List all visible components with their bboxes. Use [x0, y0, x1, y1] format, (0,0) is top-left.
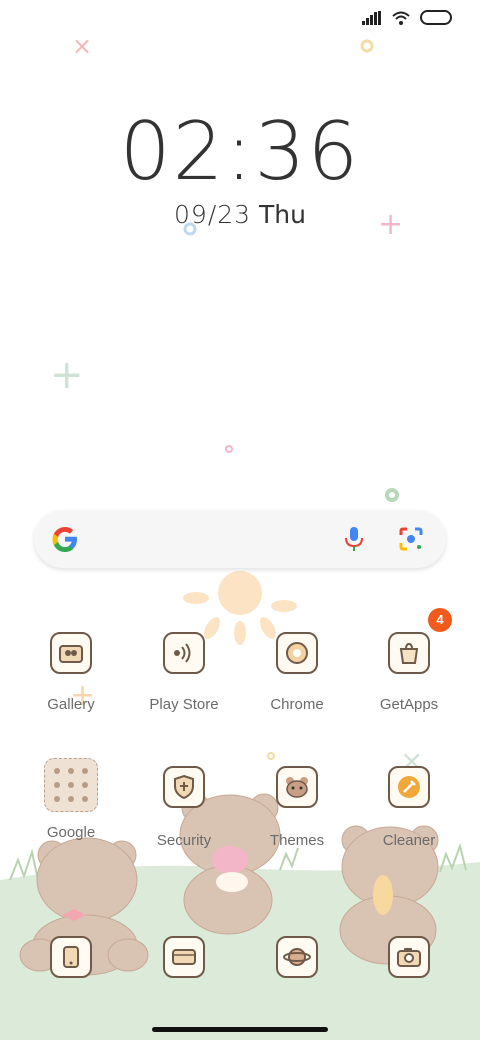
app-folder-google[interactable]: Google [16, 758, 126, 841]
camera-icon [388, 936, 430, 978]
app-security[interactable]: Security [129, 766, 239, 849]
app-play-store[interactable]: Play Store [129, 632, 239, 713]
signal-icon [362, 10, 381, 25]
browser-icon [276, 936, 318, 978]
battery-icon [420, 10, 452, 25]
google-g-icon [52, 527, 77, 552]
lens-icon[interactable] [398, 526, 424, 552]
cleaner-icon [388, 766, 430, 808]
dock-browser[interactable] [242, 936, 352, 978]
play-store-icon [163, 632, 205, 674]
google-folder-label: Google [46, 824, 96, 841]
app-getapps[interactable]: 4 GetApps [354, 608, 464, 713]
gallery-label: Gallery [47, 696, 95, 713]
getapps-label: GetApps [379, 696, 439, 713]
chrome-icon [276, 632, 318, 674]
app-themes[interactable]: Themes [242, 766, 352, 849]
cleaner-label: Cleaner [382, 832, 436, 849]
date-text: 09/23 [174, 200, 252, 229]
folder-icon [44, 758, 98, 812]
svg-text:×: × [72, 32, 92, 60]
svg-text:+: + [50, 352, 84, 398]
chrome-label: Chrome [270, 696, 324, 713]
mic-icon[interactable] [342, 526, 366, 552]
app-chrome[interactable]: Chrome [242, 632, 352, 713]
app-gallery[interactable]: Gallery [16, 632, 126, 713]
clock-date[interactable]: 09/23 Thu [0, 200, 480, 229]
gallery-icon [50, 632, 92, 674]
wifi-icon [392, 11, 410, 25]
getapps-icon [388, 632, 430, 674]
clock-time[interactable]: 02:36 [0, 105, 480, 198]
themes-label: Themes [269, 832, 325, 849]
google-search-bar[interactable] [34, 510, 446, 568]
dock-phone[interactable] [16, 936, 126, 978]
messages-icon [163, 936, 205, 978]
dock-messages[interactable] [129, 936, 239, 978]
status-bar [362, 10, 452, 25]
security-icon [163, 766, 205, 808]
phone-icon [50, 936, 92, 978]
notification-badge: 4 [428, 608, 452, 632]
app-cleaner[interactable]: Cleaner [354, 766, 464, 849]
weekday-text: Thu [259, 200, 306, 229]
security-label: Security [156, 832, 212, 849]
gesture-nav-bar[interactable] [152, 1027, 328, 1032]
themes-icon [276, 766, 318, 808]
play-store-label: Play Store [149, 696, 219, 713]
dock-camera[interactable] [354, 936, 464, 978]
